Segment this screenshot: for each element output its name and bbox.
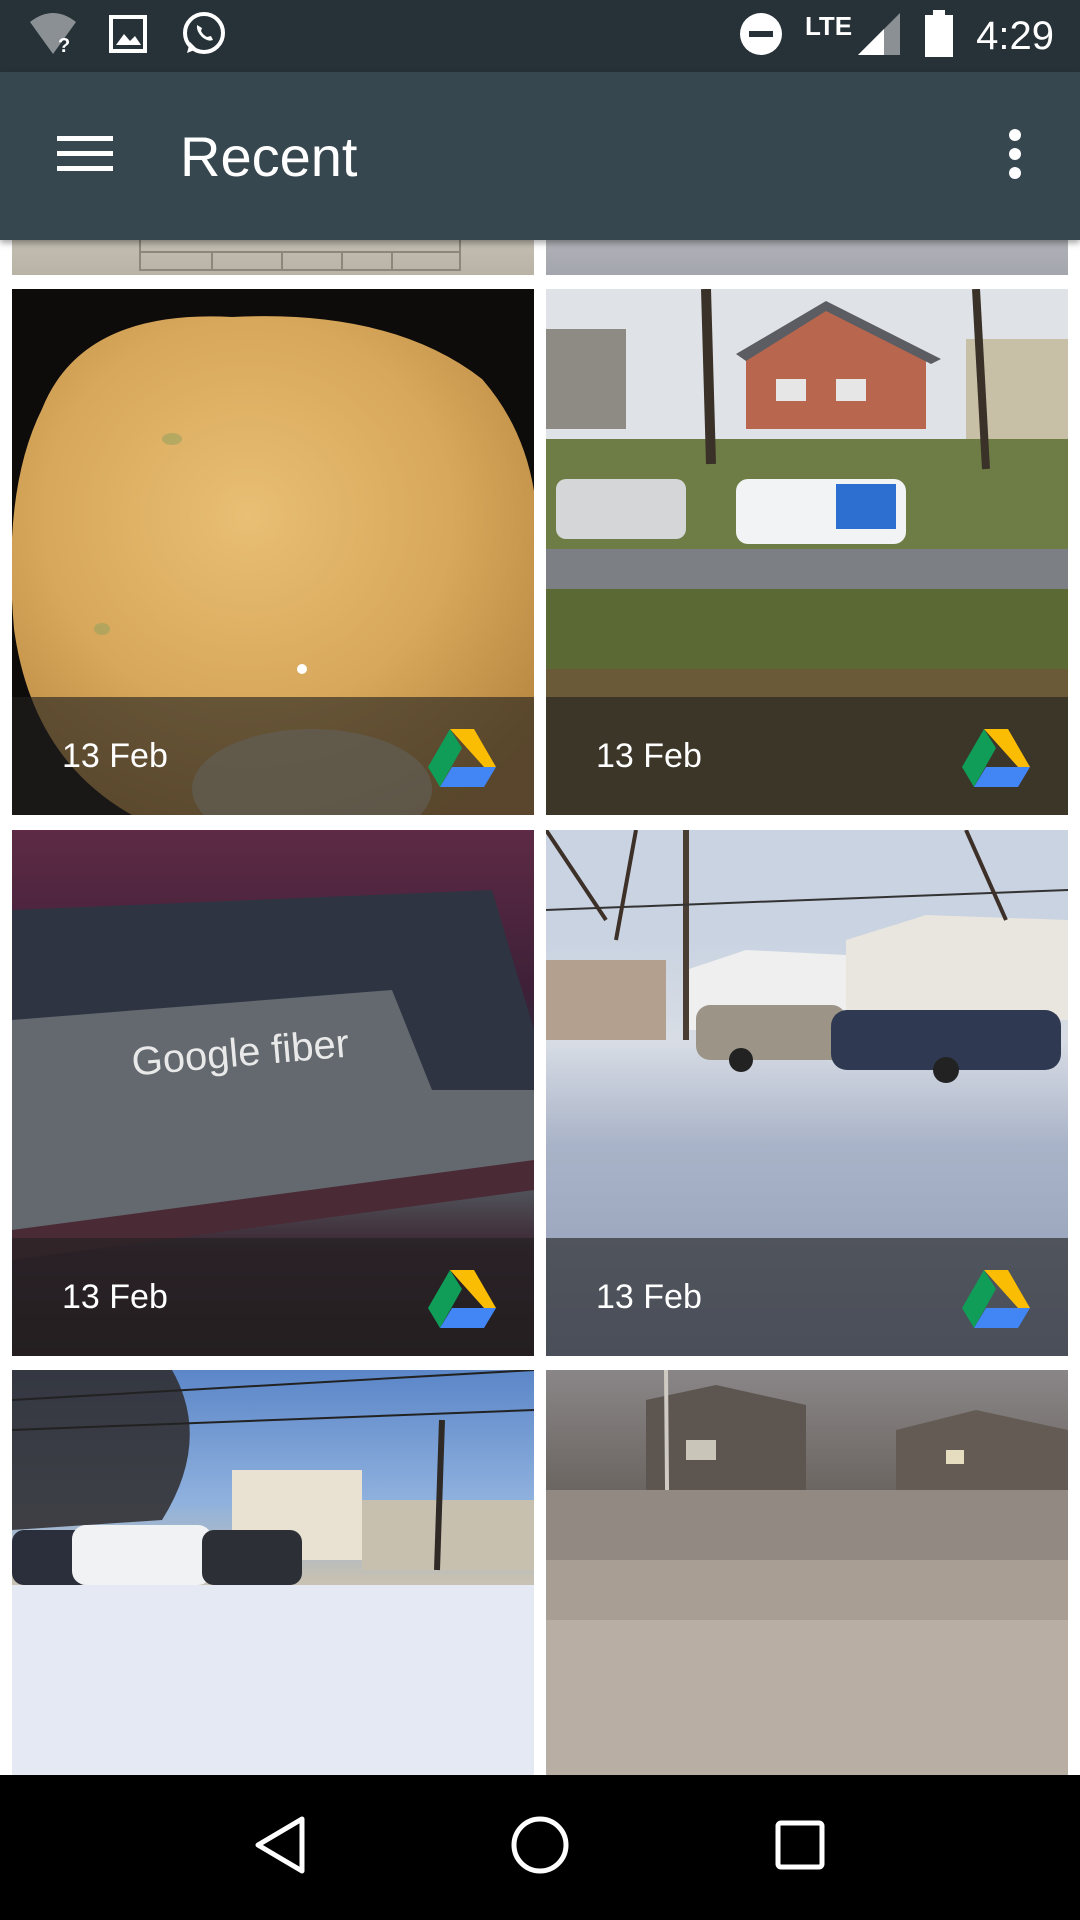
photo-date: 13 Feb	[596, 1278, 702, 1316]
recents-icon	[774, 1819, 826, 1876]
back-icon	[252, 1815, 308, 1880]
photo-caption: 13 Feb	[12, 697, 534, 815]
google-drive-icon	[428, 727, 496, 787]
google-drive-icon	[962, 1268, 1030, 1328]
more-vert-icon	[1008, 128, 1022, 184]
page-title: Recent	[180, 125, 358, 188]
photo-caption: 13 Feb	[12, 1238, 534, 1356]
snowy-street-photo	[12, 1370, 534, 1775]
system-status-icons: LTE 4:29	[739, 0, 1054, 72]
hamburger-menu-icon	[57, 134, 113, 179]
navigation-drawer-button[interactable]	[40, 118, 130, 194]
google-drive-icon	[962, 727, 1030, 787]
photo-tile[interactable]: 13 Feb	[546, 289, 1068, 815]
battery-icon	[924, 9, 954, 63]
photo-tile[interactable]: Google fiber 13 Feb	[12, 830, 534, 1356]
photo-tile[interactable]	[546, 1370, 1068, 1775]
do-not-disturb-icon	[739, 12, 783, 61]
home-button[interactable]	[485, 1793, 595, 1903]
photo-caption: 13 Feb	[546, 697, 1068, 815]
image-notification-icon	[108, 14, 148, 59]
svg-text:?: ?	[58, 35, 70, 56]
system-navigation-bar	[0, 1775, 1080, 1920]
network-type: LTE	[804, 10, 853, 41]
photo-date: 13 Feb	[62, 1278, 168, 1316]
google-drive-icon	[428, 1268, 496, 1328]
photo-tile[interactable]: 13 Feb	[12, 289, 534, 815]
document-photo	[12, 240, 534, 275]
photo-date: 13 Feb	[596, 737, 702, 775]
app-bar: Recent	[0, 72, 1080, 240]
home-icon	[510, 1815, 570, 1880]
clock: 4:29	[976, 13, 1054, 58]
wifi-unknown-icon: ?	[28, 12, 78, 61]
status-bar: ? LTE 4:29	[0, 0, 1080, 72]
night-street-photo	[546, 1370, 1068, 1775]
overflow-menu-button[interactable]	[990, 118, 1040, 194]
snow-photo	[546, 240, 1068, 275]
photo-grid: 13 Feb 13 Feb Google fiber 13 Feb 13 Feb	[0, 240, 1080, 1775]
photo-date: 13 Feb	[62, 737, 168, 775]
photo-tile[interactable]	[546, 240, 1068, 275]
photo-caption: 13 Feb	[546, 1238, 1068, 1356]
signal-icon	[856, 11, 902, 62]
photo-tile[interactable]	[12, 1370, 534, 1775]
whatsapp-icon	[178, 9, 228, 64]
recents-button[interactable]	[745, 1793, 855, 1903]
photo-tile[interactable]	[12, 240, 534, 275]
back-button[interactable]	[225, 1793, 335, 1903]
notification-icons: ?	[28, 0, 228, 72]
photo-tile[interactable]: 13 Feb	[546, 830, 1068, 1356]
